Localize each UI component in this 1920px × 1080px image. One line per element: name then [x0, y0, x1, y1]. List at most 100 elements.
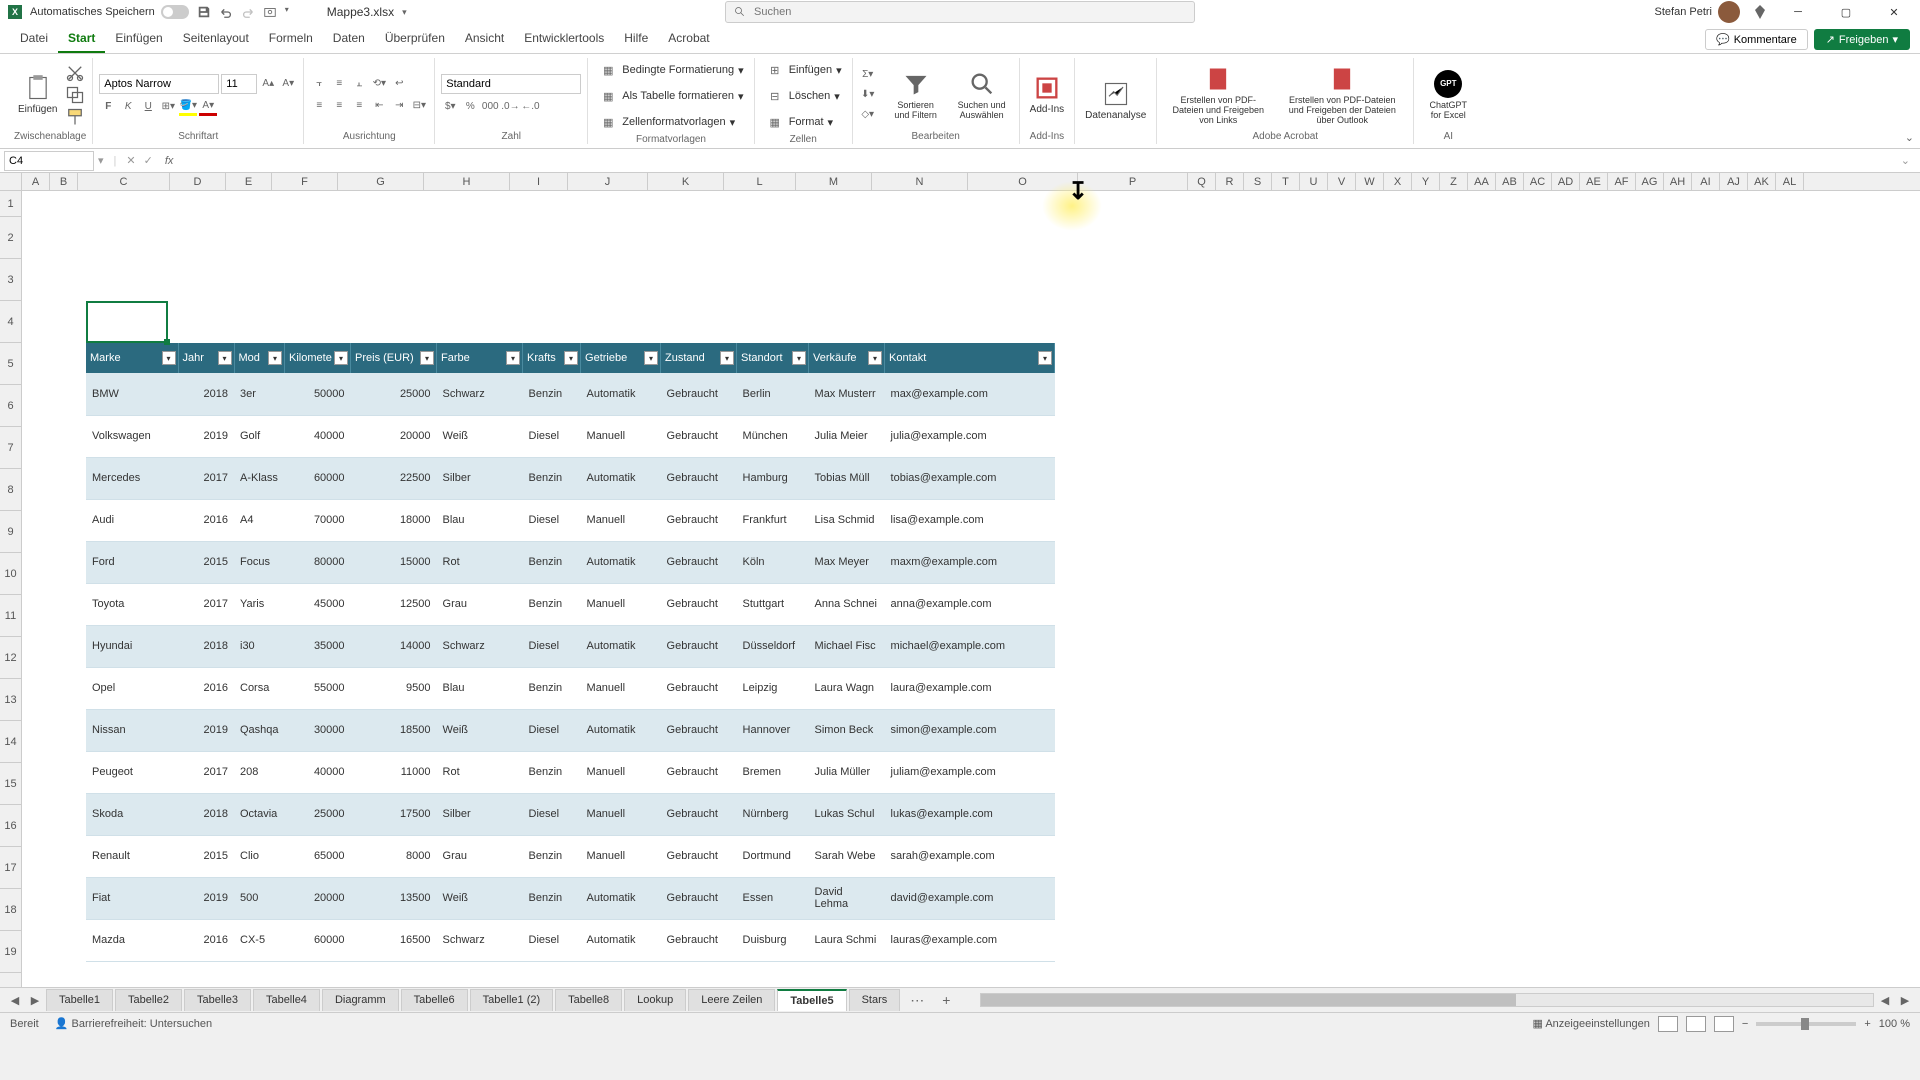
- data-analysis-button[interactable]: Datenanalyse: [1081, 78, 1150, 123]
- col-header-G[interactable]: G: [338, 173, 424, 190]
- diamond-icon[interactable]: [1752, 4, 1768, 20]
- table-cell[interactable]: 2017: [178, 457, 234, 499]
- align-left-icon[interactable]: ≡: [310, 97, 328, 115]
- underline-button[interactable]: U: [139, 98, 157, 116]
- table-cell[interactable]: 18500: [351, 709, 437, 751]
- col-header-AG[interactable]: AG: [1636, 173, 1664, 190]
- table-cell[interactable]: Silber: [437, 457, 523, 499]
- table-cell[interactable]: Schwarz: [437, 625, 523, 667]
- table-cell[interactable]: Manuell: [581, 793, 661, 835]
- search-box[interactable]: [725, 1, 1195, 23]
- table-cell[interactable]: 2016: [178, 667, 234, 709]
- col-header-J[interactable]: J: [568, 173, 648, 190]
- table-cell[interactable]: i30: [234, 625, 285, 667]
- zoom-out-button[interactable]: −: [1742, 1018, 1748, 1030]
- pdf-link-button[interactable]: Erstellen von PDF-Dateien und Freigeben …: [1163, 63, 1273, 127]
- table-cell[interactable]: Tobias Müll: [809, 457, 885, 499]
- conditional-format-button[interactable]: ▦Bedingte Formatierung▾: [594, 58, 747, 82]
- table-cell[interactable]: David Lehma: [809, 877, 885, 919]
- table-cell[interactable]: 500: [234, 877, 285, 919]
- currency-icon[interactable]: $▾: [441, 98, 459, 116]
- table-cell[interactable]: tobias@example.com: [885, 457, 1055, 499]
- table-cell[interactable]: max@example.com: [885, 373, 1055, 415]
- table-cell[interactable]: 17500: [351, 793, 437, 835]
- table-cell[interactable]: Nürnberg: [737, 793, 809, 835]
- filename-dropdown-icon[interactable]: ▾: [402, 7, 407, 18]
- row-header-11[interactable]: 11: [0, 595, 21, 637]
- table-cell[interactable]: Gebraucht: [661, 709, 737, 751]
- align-center-icon[interactable]: ≡: [330, 97, 348, 115]
- row-header-7[interactable]: 7: [0, 427, 21, 469]
- table-header-1[interactable]: Jahr▾: [178, 343, 234, 373]
- table-cell[interactable]: Grau: [437, 583, 523, 625]
- table-row[interactable]: Skoda2018Octavia2500017500SilberDieselMa…: [86, 793, 1055, 835]
- table-cell[interactable]: Manuell: [581, 667, 661, 709]
- col-header-AJ[interactable]: AJ: [1720, 173, 1748, 190]
- table-cell[interactable]: 2017: [178, 751, 234, 793]
- col-header-Y[interactable]: Y: [1412, 173, 1440, 190]
- col-header-C[interactable]: C: [78, 173, 170, 190]
- table-cell[interactable]: Automatik: [581, 373, 661, 415]
- table-cell[interactable]: 2019: [178, 877, 234, 919]
- font-selector[interactable]: [99, 74, 219, 94]
- decrease-font-icon[interactable]: A▾: [279, 75, 297, 93]
- table-cell[interactable]: Weiß: [437, 709, 523, 751]
- table-cell[interactable]: 2016: [178, 919, 234, 961]
- table-cell[interactable]: BMW: [86, 373, 178, 415]
- table-header-11[interactable]: Kontakt▾: [885, 343, 1055, 373]
- table-cell[interactable]: CX-5: [234, 919, 285, 961]
- zoom-in-button[interactable]: +: [1864, 1018, 1870, 1030]
- comments-button[interactable]: 💬 Kommentare: [1705, 29, 1808, 50]
- table-cell[interactable]: 12500: [351, 583, 437, 625]
- table-cell[interactable]: Diesel: [523, 919, 581, 961]
- table-cell[interactable]: 2018: [178, 793, 234, 835]
- format-painter-icon[interactable]: [65, 107, 85, 127]
- font-size-selector[interactable]: [221, 74, 257, 94]
- row-header-14[interactable]: 14: [0, 721, 21, 763]
- table-cell[interactable]: 208: [234, 751, 285, 793]
- table-cell[interactable]: Gebraucht: [661, 583, 737, 625]
- table-cell[interactable]: Audi: [86, 499, 178, 541]
- table-cell[interactable]: michael@example.com: [885, 625, 1055, 667]
- menu-tab-acrobat[interactable]: Acrobat: [658, 25, 719, 53]
- decrease-indent-icon[interactable]: ⇤: [370, 97, 388, 115]
- table-header-10[interactable]: Verkäufe▾: [809, 343, 885, 373]
- table-cell[interactable]: Benzin: [523, 373, 581, 415]
- paste-button[interactable]: Einfügen: [14, 72, 61, 117]
- menu-tab-entwicklertools[interactable]: Entwicklertools: [514, 25, 614, 53]
- search-input[interactable]: [754, 6, 1186, 18]
- table-header-7[interactable]: Getriebe▾: [581, 343, 661, 373]
- col-header-M[interactable]: M: [796, 173, 872, 190]
- share-button[interactable]: ↗ Freigeben ▾: [1814, 29, 1910, 50]
- col-header-A[interactable]: A: [22, 173, 50, 190]
- table-cell[interactable]: Max Meyer: [809, 541, 885, 583]
- table-cell[interactable]: 40000: [285, 415, 351, 457]
- sheet-tab-tabelle8[interactable]: Tabelle8: [555, 989, 622, 1011]
- table-cell[interactable]: 50000: [285, 373, 351, 415]
- table-cell[interactable]: 20000: [285, 877, 351, 919]
- table-cell[interactable]: 22500: [351, 457, 437, 499]
- table-cell[interactable]: laura@example.com: [885, 667, 1055, 709]
- table-cell[interactable]: Diesel: [523, 625, 581, 667]
- col-header-AK[interactable]: AK: [1748, 173, 1776, 190]
- filter-icon[interactable]: ▾: [420, 351, 434, 365]
- table-cell[interactable]: Max Musterr: [809, 373, 885, 415]
- row-header-10[interactable]: 10: [0, 553, 21, 595]
- table-cell[interactable]: Benzin: [523, 541, 581, 583]
- table-cell[interactable]: Simon Beck: [809, 709, 885, 751]
- copy-icon[interactable]: [65, 85, 85, 105]
- table-cell[interactable]: Yaris: [234, 583, 285, 625]
- col-header-Z[interactable]: Z: [1440, 173, 1468, 190]
- pdf-outlook-button[interactable]: Erstellen von PDF-Dateien und Freigeben …: [1277, 63, 1407, 127]
- increase-indent-icon[interactable]: ⇥: [390, 97, 408, 115]
- table-cell[interactable]: Renault: [86, 835, 178, 877]
- menu-tab-start[interactable]: Start: [58, 25, 105, 53]
- scroll-left-icon[interactable]: ◀: [1876, 991, 1894, 1009]
- filter-icon[interactable]: ▾: [564, 351, 578, 365]
- table-cell[interactable]: Blau: [437, 667, 523, 709]
- table-header-9[interactable]: Standort▾: [737, 343, 809, 373]
- zoom-slider[interactable]: [1756, 1022, 1856, 1026]
- sheet-tab-lookup[interactable]: Lookup: [624, 989, 686, 1011]
- camera-icon[interactable]: [263, 5, 277, 19]
- col-header-S[interactable]: S: [1244, 173, 1272, 190]
